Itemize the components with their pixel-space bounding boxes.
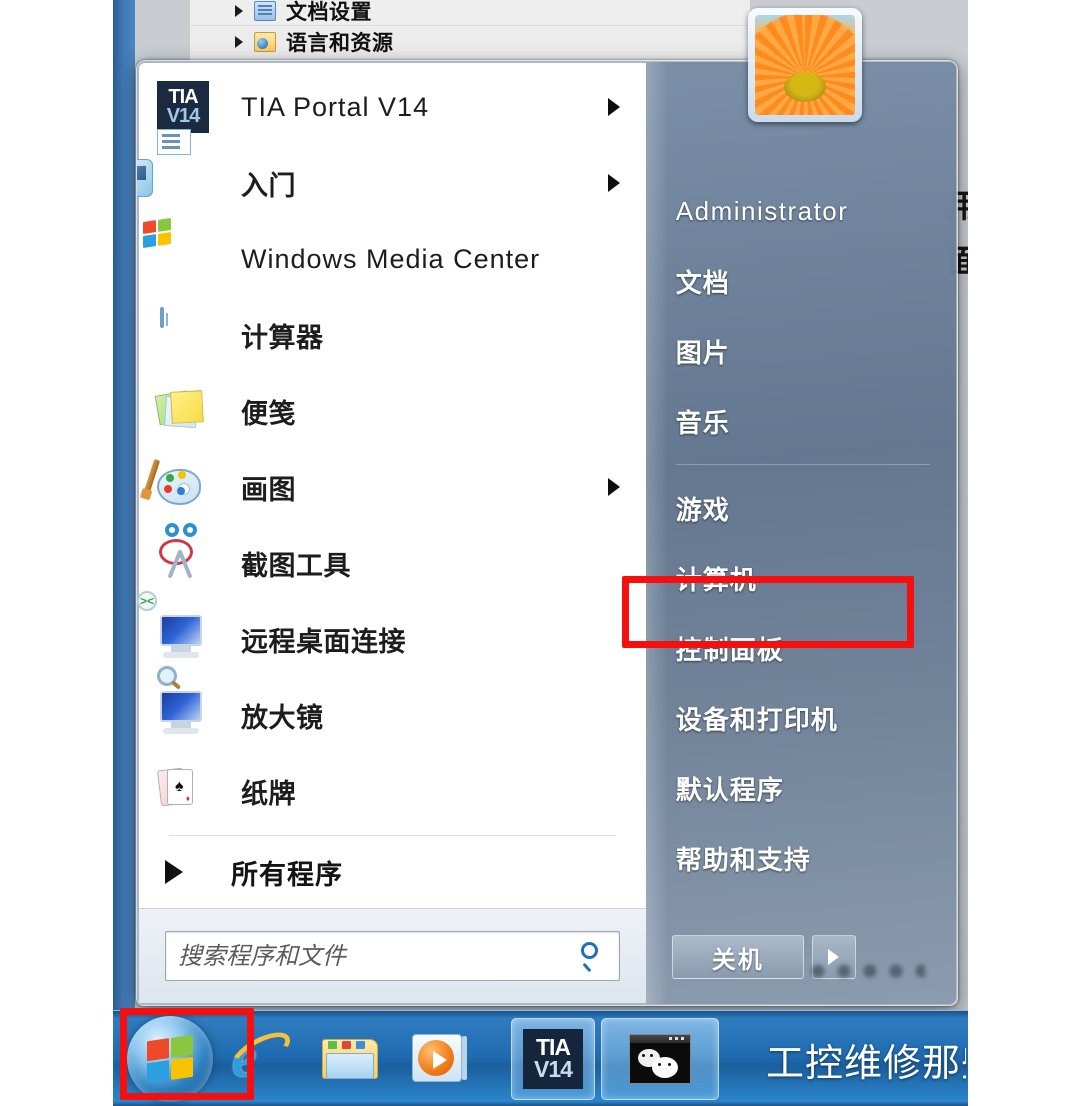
snipping-tool-icon bbox=[157, 523, 209, 589]
background-tree-view: 文档设置 语言和资源 bbox=[190, 0, 750, 62]
control-panel-highlight bbox=[622, 576, 914, 648]
solitaire-cards-icon bbox=[156, 765, 209, 817]
right-item-music[interactable]: 音乐 bbox=[646, 386, 956, 456]
sticky-notes-icon bbox=[154, 385, 209, 437]
triangle-right-icon[interactable] bbox=[235, 36, 243, 48]
screenshot-root: 文档设置 语言和资源 用 面 TIA V14 TIA Portal V14 入门… bbox=[0, 0, 1080, 1106]
shutdown-button[interactable]: 关机 bbox=[671, 935, 804, 979]
start-menu-item-label: 画图 bbox=[241, 474, 296, 506]
document-settings-icon bbox=[254, 0, 276, 21]
right-item-help-and-support[interactable]: 帮助和支持 bbox=[646, 823, 956, 893]
start-menu-item-label: 入门 bbox=[241, 170, 296, 202]
console-window-icon bbox=[629, 1033, 691, 1084]
right-panel-divider bbox=[675, 464, 930, 465]
taskbar-button-windows-media-player[interactable] bbox=[399, 1018, 483, 1100]
start-menu-right-list: Administrator 文档 图片 音乐 游戏 计算机 控制面板 设备和打印… bbox=[646, 174, 956, 910]
start-menu-item-label: 放大镜 bbox=[241, 702, 324, 734]
right-item-devices-and-printers[interactable]: 设备和打印机 bbox=[646, 683, 956, 753]
search-magnifier-icon[interactable] bbox=[579, 942, 607, 973]
triangle-right-icon bbox=[165, 860, 183, 884]
start-menu-item-label: 截图工具 bbox=[241, 550, 351, 582]
start-button-highlight bbox=[120, 1008, 254, 1100]
tia-portal-v14-icon: TIA V14 bbox=[523, 1028, 583, 1089]
start-menu: TIA V14 TIA Portal V14 入门 Windows Media … bbox=[136, 60, 958, 1006]
start-menu-item-tia-portal[interactable]: TIA V14 TIA Portal V14 bbox=[139, 69, 646, 145]
start-menu-item-paint[interactable]: 画图 bbox=[139, 449, 646, 525]
windows-media-player-icon bbox=[412, 1030, 470, 1088]
start-menu-right-panel: Administrator 文档 图片 音乐 游戏 计算机 控制面板 设备和打印… bbox=[645, 61, 957, 1005]
right-item-pictures[interactable]: 图片 bbox=[646, 316, 956, 386]
start-menu-item-sticky-notes[interactable]: 便笺 bbox=[139, 373, 646, 449]
start-menu-item-solitaire[interactable]: 纸牌 bbox=[139, 753, 646, 829]
start-menu-item-label: 远程桌面连接 bbox=[241, 626, 406, 658]
start-menu-item-magnifier[interactable]: 放大镜 bbox=[139, 666, 646, 753]
page-margin-right bbox=[968, 0, 1080, 1106]
calculator-icon bbox=[157, 307, 209, 361]
all-programs-button[interactable]: 所有程序 bbox=[139, 836, 646, 908]
right-item-games[interactable]: 游戏 bbox=[646, 473, 956, 543]
submenu-arrow-icon[interactable] bbox=[607, 478, 620, 496]
tree-row-language-resources[interactable]: 语言和资源 bbox=[190, 27, 750, 57]
start-menu-item-label: 便笺 bbox=[241, 398, 296, 430]
start-menu-item-windows-media-center[interactable]: Windows Media Center bbox=[139, 218, 646, 297]
paint-icon bbox=[143, 458, 209, 513]
getting-started-icon bbox=[137, 129, 209, 209]
start-menu-left-panel: TIA V14 TIA Portal V14 入门 Windows Media … bbox=[137, 61, 646, 1005]
start-menu-item-label: 纸牌 bbox=[241, 778, 296, 810]
search-input[interactable] bbox=[178, 942, 579, 970]
user-avatar-orange-flower[interactable] bbox=[748, 8, 862, 122]
page-margin-left bbox=[0, 0, 113, 1010]
taskbar-button-console-window[interactable] bbox=[601, 1017, 719, 1100]
start-menu-item-calculator[interactable]: 计算器 bbox=[139, 297, 646, 373]
all-programs-label: 所有程序 bbox=[231, 859, 343, 891]
tia-portal-v14-icon: TIA V14 bbox=[157, 81, 209, 133]
remote-desktop-icon: >< bbox=[137, 591, 209, 665]
start-menu-item-remote-desktop[interactable]: >< 远程桌面连接 bbox=[137, 591, 646, 677]
right-item-default-programs[interactable]: 默认程序 bbox=[646, 753, 956, 823]
triangle-right-icon[interactable] bbox=[235, 4, 243, 17]
folder-globe-icon bbox=[254, 32, 276, 52]
avatar-image bbox=[755, 15, 855, 115]
wechat-watermark: 工控维修那些事儿 bbox=[766, 1041, 966, 1085]
windows-media-center-icon bbox=[143, 218, 209, 285]
submenu-arrow-icon[interactable] bbox=[607, 98, 620, 116]
start-menu-program-list: TIA V14 TIA Portal V14 入门 Windows Media … bbox=[137, 63, 646, 908]
magnifier-icon bbox=[157, 666, 209, 741]
tree-row-label: 文档设置 bbox=[286, 0, 372, 24]
start-menu-search-bar bbox=[139, 908, 646, 1003]
right-item-documents[interactable]: 文档 bbox=[646, 246, 956, 316]
taskbar-button-windows-explorer[interactable] bbox=[309, 1018, 393, 1100]
background-window-left-strip bbox=[113, 0, 135, 1010]
taskbar-button-tia-portal[interactable]: TIA V14 bbox=[511, 1017, 595, 1100]
start-menu-item-snipping-tool[interactable]: 截图工具 bbox=[139, 523, 646, 601]
start-menu-item-label: TIA Portal V14 bbox=[241, 91, 430, 122]
tree-row-label: 语言和资源 bbox=[286, 32, 394, 55]
start-menu-item-label: Windows Media Center bbox=[241, 243, 541, 274]
search-box[interactable] bbox=[165, 931, 620, 981]
tree-row-document-settings[interactable]: 文档设置 bbox=[190, 0, 750, 26]
start-menu-item-label: 计算器 bbox=[241, 322, 324, 354]
shutdown-row: 关机 bbox=[646, 910, 956, 1004]
start-menu-item-getting-started[interactable]: 入门 bbox=[137, 129, 646, 221]
windows-explorer-icon bbox=[322, 1035, 380, 1083]
submenu-arrow-icon[interactable] bbox=[607, 174, 620, 192]
blurred-taskbar-text bbox=[805, 963, 925, 979]
user-name-label[interactable]: Administrator bbox=[646, 176, 956, 246]
taskbar-margin-left bbox=[0, 1010, 113, 1106]
